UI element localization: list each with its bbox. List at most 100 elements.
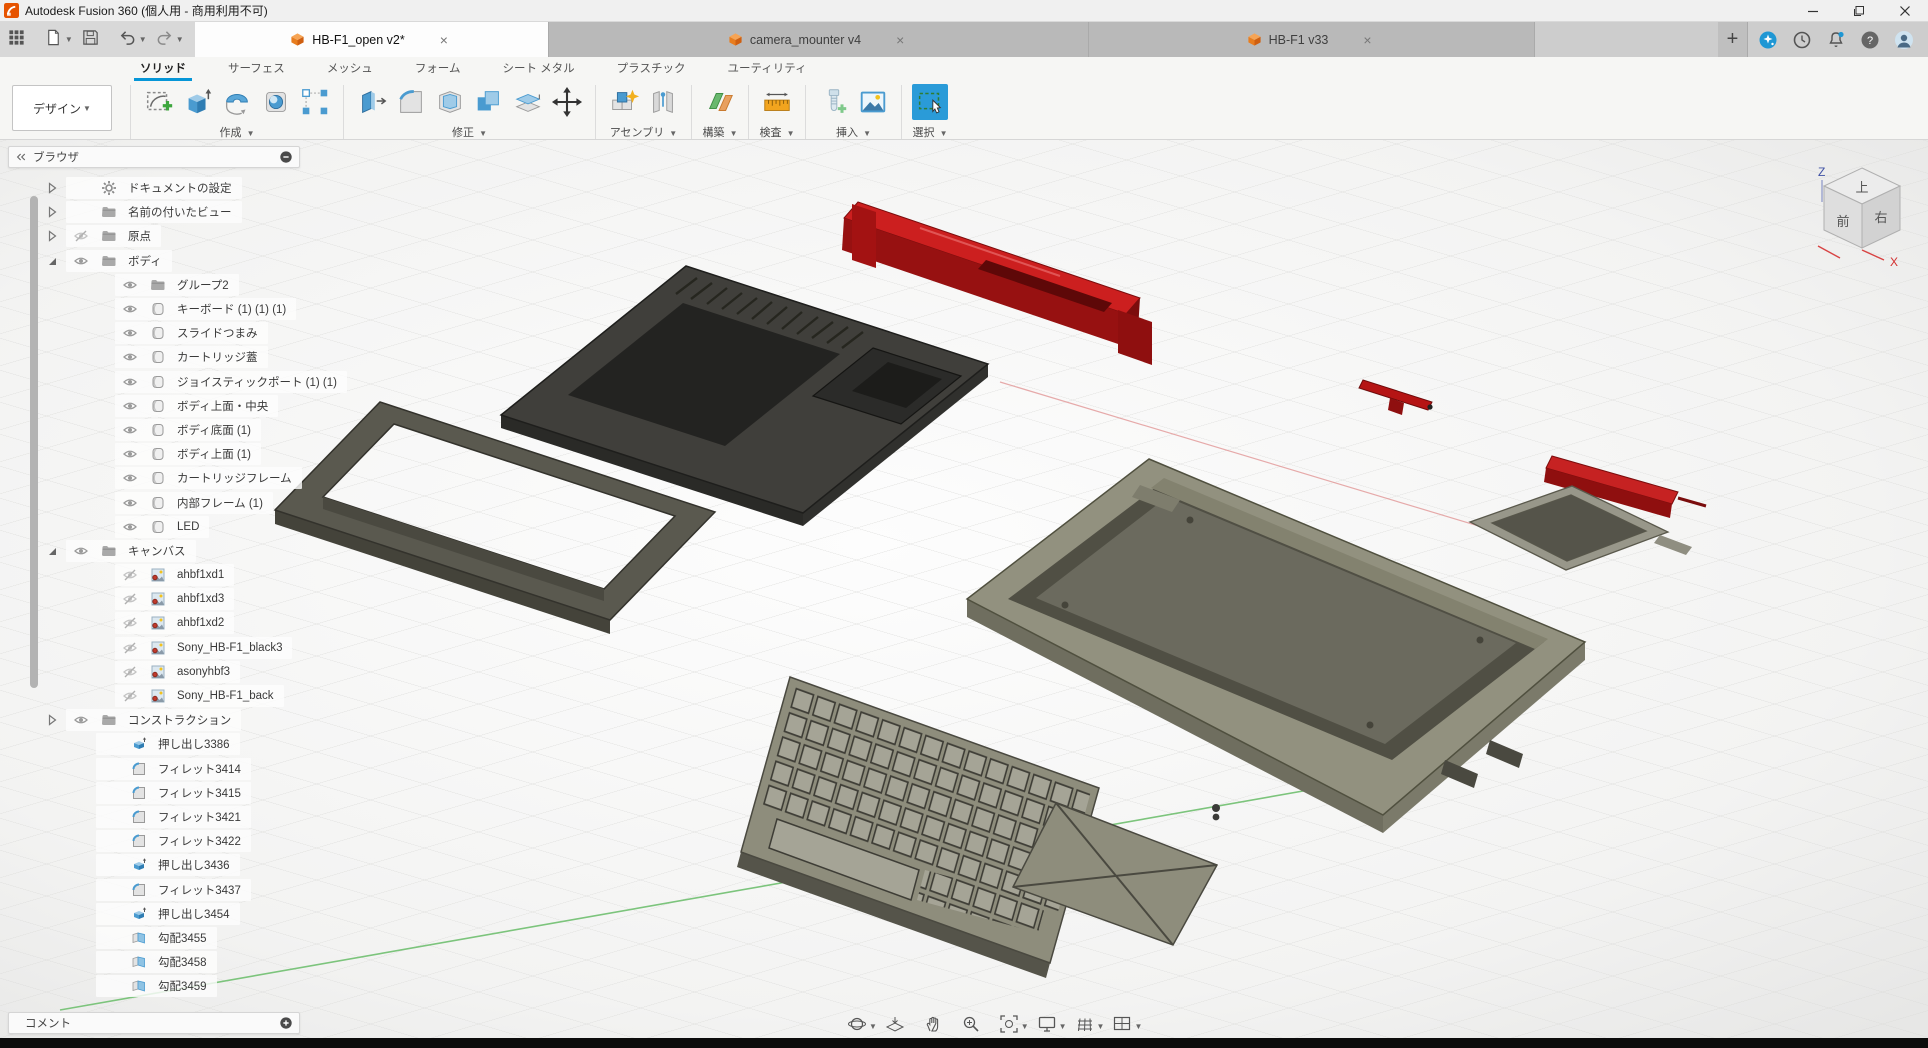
- fillet-icon[interactable]: [393, 84, 429, 120]
- browser-tree-row[interactable]: ボディ底面 (1): [0, 418, 261, 442]
- create-sketch-icon[interactable]: [141, 84, 177, 120]
- browser-tree-row[interactable]: フィレット3414: [0, 757, 251, 781]
- eye-off-icon[interactable]: [115, 615, 145, 631]
- eye-on-icon[interactable]: [115, 470, 145, 486]
- quick-access-button[interactable]: ▼: [78, 26, 113, 54]
- expander-collapsed-icon[interactable]: [38, 228, 66, 244]
- quick-access-button[interactable]: ▼: [152, 26, 187, 54]
- pattern-icon[interactable]: [297, 84, 333, 120]
- select-icon[interactable]: [912, 84, 948, 120]
- new-component-icon[interactable]: [606, 84, 642, 120]
- eye-on-icon[interactable]: [66, 543, 96, 559]
- browser-tree-row[interactable]: 勾配3455: [0, 926, 217, 950]
- group-label-construct[interactable]: 構築 ▼: [703, 124, 738, 140]
- eye-on-icon[interactable]: [115, 301, 145, 317]
- insert-canvas-icon[interactable]: [855, 84, 891, 120]
- ribbon-tab[interactable]: ソリッド: [138, 58, 188, 78]
- expander-collapsed-icon[interactable]: [38, 180, 66, 196]
- nav-bar-button[interactable]: ▼: [959, 1012, 993, 1041]
- eye-on-icon[interactable]: [115, 374, 145, 390]
- eye-on-icon[interactable]: [115, 422, 145, 438]
- browser-tree-row[interactable]: スライドつまみ: [0, 321, 268, 345]
- eye-on-icon[interactable]: [66, 712, 96, 728]
- browser-tree-row[interactable]: フィレット3421: [0, 805, 251, 829]
- insert-fastener-icon[interactable]: [816, 84, 852, 120]
- browser-tree-row[interactable]: ジョイスティックポート (1) (1): [0, 370, 347, 394]
- browser-header[interactable]: ブラウザ: [8, 146, 300, 168]
- measure-icon[interactable]: [759, 84, 795, 120]
- nav-bar-button[interactable]: ▼: [1110, 1012, 1144, 1041]
- eye-off-icon[interactable]: [115, 640, 145, 656]
- history-icon[interactable]: [1792, 30, 1812, 50]
- expander-collapsed-icon[interactable]: [38, 204, 66, 220]
- browser-tree-row[interactable]: 押し出し3386: [0, 732, 240, 756]
- browser-tree-row[interactable]: フィレット3422: [0, 829, 251, 853]
- quick-access-button[interactable]: ▼: [4, 26, 39, 54]
- group-label-assemble[interactable]: アセンブリ ▼: [610, 124, 677, 140]
- ribbon-tab[interactable]: プラスチック: [615, 58, 688, 78]
- browser-tree-row[interactable]: カートリッジフレーム: [0, 466, 302, 490]
- nav-bar-button[interactable]: ▼: [1035, 1012, 1069, 1041]
- browser-tree-row[interactable]: 原点: [0, 224, 161, 248]
- document-tab[interactable]: camera_mounter v4 ×: [549, 22, 1089, 57]
- extrude-icon[interactable]: [180, 84, 216, 120]
- expander-expanded-icon[interactable]: [38, 253, 66, 269]
- browser-tree-row[interactable]: カートリッジ蓋: [0, 345, 268, 369]
- eye-off-icon[interactable]: [115, 688, 145, 704]
- browser-tree-row[interactable]: Sony_HB-F1_back: [0, 684, 284, 708]
- browser-tree-row[interactable]: ボディ: [0, 249, 172, 273]
- browser-tree-row[interactable]: 押し出し3454: [0, 902, 240, 926]
- group-label-insert[interactable]: 挿入 ▼: [836, 124, 871, 140]
- browser-tree-row[interactable]: 内部フレーム (1): [0, 490, 273, 514]
- close-tab-icon[interactable]: ×: [1359, 32, 1375, 48]
- browser-tree-row[interactable]: Sony_HB-F1_black3: [0, 636, 292, 660]
- browser-tree-row[interactable]: フィレット3437: [0, 877, 251, 901]
- close-icon[interactable]: [1882, 0, 1928, 22]
- browser-tree-row[interactable]: フィレット3415: [0, 781, 251, 805]
- eye-on-icon[interactable]: [115, 398, 145, 414]
- collapse-arrows-icon[interactable]: [9, 151, 33, 163]
- group-label-modify[interactable]: 修正 ▼: [452, 124, 487, 140]
- document-tab[interactable]: HB-F1_open v2* ×: [195, 22, 549, 57]
- eye-on-icon[interactable]: [115, 495, 145, 511]
- ribbon-tab[interactable]: サーフェス: [226, 58, 287, 78]
- offset-face-icon[interactable]: [510, 84, 546, 120]
- browser-scrollbar[interactable]: [30, 196, 38, 688]
- avatar-icon[interactable]: [1894, 30, 1914, 50]
- extensions-icon[interactable]: [1758, 30, 1778, 50]
- ribbon-tab[interactable]: メッシュ: [325, 58, 375, 78]
- maximize-icon[interactable]: [1836, 0, 1882, 22]
- group-label-inspect[interactable]: 検査 ▼: [760, 124, 795, 140]
- design-menu-button[interactable]: デザイン ▼: [12, 85, 112, 131]
- ribbon-tab[interactable]: ユーティリティ: [725, 58, 808, 78]
- eye-off-icon[interactable]: [115, 567, 145, 583]
- notifications-icon[interactable]: [1826, 30, 1846, 50]
- revolve-icon[interactable]: [219, 84, 255, 120]
- nav-bar-button[interactable]: ▼: [883, 1012, 917, 1041]
- plus-circle-icon[interactable]: [279, 1016, 293, 1030]
- browser-tree-row[interactable]: キーボード (1) (1) (1): [0, 297, 296, 321]
- minimize-icon[interactable]: [1790, 0, 1836, 22]
- close-tab-icon[interactable]: ×: [436, 32, 452, 48]
- shell-icon[interactable]: [432, 84, 468, 120]
- eye-on-icon[interactable]: [115, 519, 145, 535]
- browser-tree-row[interactable]: ボディ上面 (1): [0, 442, 261, 466]
- combine-icon[interactable]: [471, 84, 507, 120]
- quick-access-button[interactable]: ▼: [115, 26, 150, 54]
- ribbon-tab[interactable]: フォーム: [413, 58, 463, 78]
- browser-tree-row[interactable]: 押し出し3436: [0, 853, 240, 877]
- eye-on-icon[interactable]: [66, 253, 96, 269]
- group-label-create[interactable]: 作成 ▼: [220, 124, 255, 140]
- nav-bar-button[interactable]: ▼: [845, 1012, 879, 1041]
- browser-tree-row[interactable]: ボディ上面・中央: [0, 394, 278, 418]
- help-icon[interactable]: ?: [1860, 30, 1880, 50]
- nav-bar-button[interactable]: ▼: [1073, 1012, 1107, 1041]
- document-tab[interactable]: HB-F1 v33 ×: [1089, 22, 1535, 57]
- construct-plane-icon[interactable]: [702, 84, 738, 120]
- eye-on-icon[interactable]: [115, 325, 145, 341]
- eye-on-icon[interactable]: [115, 446, 145, 462]
- new-tab-button[interactable]: +: [1718, 22, 1748, 57]
- group-label-select[interactable]: 選択 ▼: [913, 124, 948, 140]
- browser-tree-row[interactable]: 勾配3458: [0, 950, 217, 974]
- joint-icon[interactable]: [645, 84, 681, 120]
